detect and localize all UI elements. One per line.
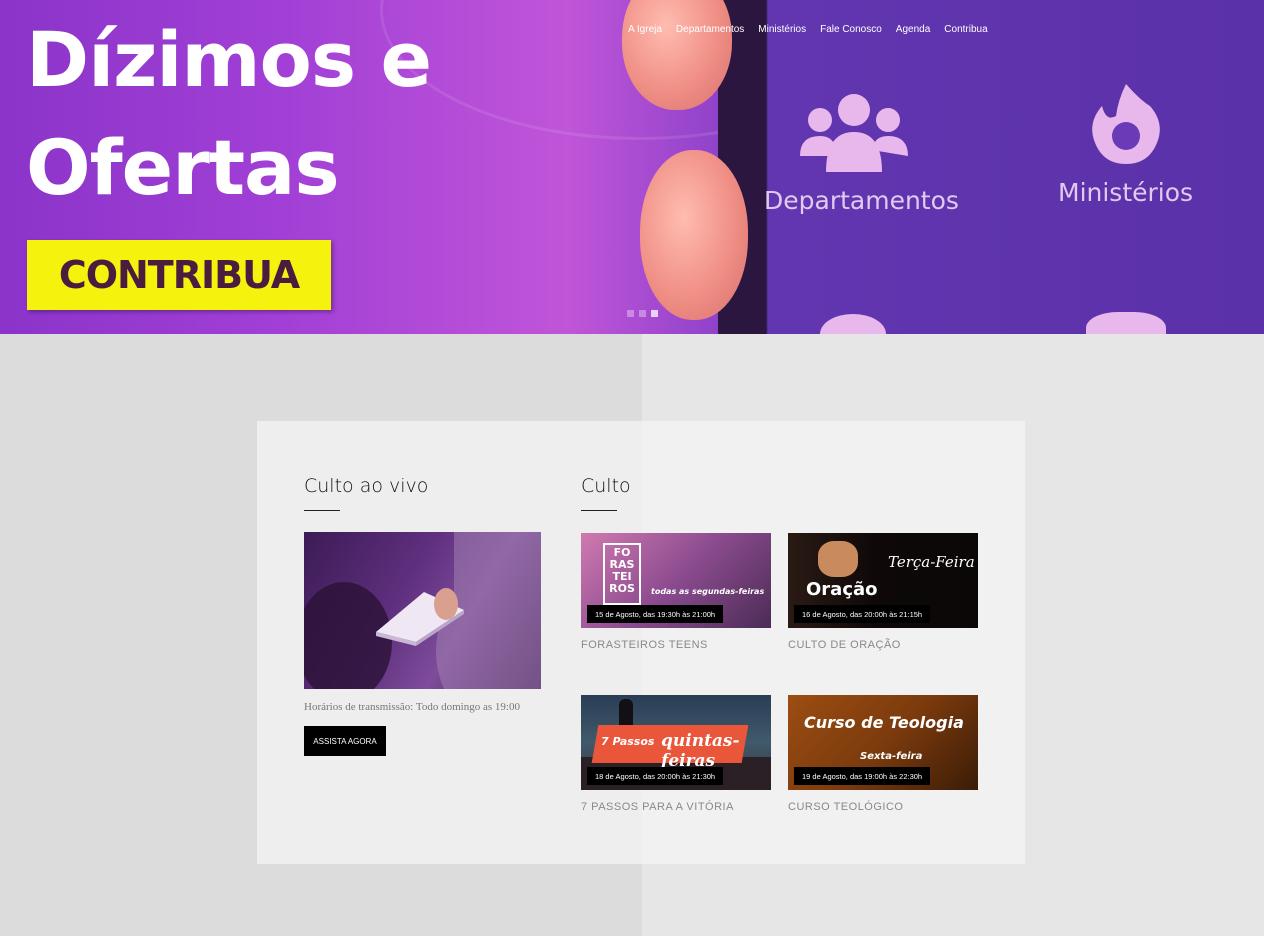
- nav-item-departamentos[interactable]: Departamentos: [676, 24, 744, 35]
- event-card[interactable]: Curso de Teologia Sexta-feira 19 de Agos…: [788, 695, 978, 813]
- finger-bottom: [640, 150, 748, 320]
- event-name[interactable]: CURSO TEOLÓGICO: [788, 801, 978, 813]
- hero-banner[interactable]: Dízimos e Ofertas CONTRIBUA Departamento…: [0, 0, 1264, 334]
- watch-now-button[interactable]: ASSISTA AGORA: [304, 726, 386, 756]
- partial-icon: [1086, 312, 1166, 334]
- event-thumbnail[interactable]: Curso de Teologia Sexta-feira 19 de Agos…: [788, 695, 978, 790]
- nav-item-fale-conosco[interactable]: Fale Conosco: [820, 24, 882, 35]
- event-thumb-subtitle: quintas-feiras: [661, 731, 740, 771]
- event-thumb-title: FO RAS TEI ROS: [609, 546, 635, 595]
- nav-item-a-igreja[interactable]: A Igreja: [628, 24, 662, 35]
- event-card[interactable]: 7 Passos quintas-feiras 18 de Agosto, da…: [581, 695, 771, 813]
- event-name[interactable]: FORASTEIROS TEENS: [581, 639, 771, 651]
- live-schedule-text: Horários de transmissão: Todo domingo as…: [304, 701, 520, 713]
- live-section-title: Culto ao vivo: [304, 475, 429, 497]
- slider-dot[interactable]: [627, 310, 634, 317]
- group-icon: [800, 92, 908, 176]
- content-card: Culto ao vivo Horários de transmissão: T…: [257, 421, 1025, 864]
- event-date-badge: 18 de Agosto, das 20:00h às 21:30h: [587, 767, 724, 785]
- praying-hands-icon: [818, 541, 858, 577]
- slider-dots: [627, 310, 658, 317]
- event-name[interactable]: 7 PASSOS PARA A VITÓRIA: [581, 801, 771, 813]
- nav-item-agenda[interactable]: Agenda: [896, 24, 930, 35]
- event-name[interactable]: CULTO DE ORAÇÃO: [788, 639, 978, 651]
- culto-section-title: Culto: [581, 475, 631, 497]
- live-thumbnail[interactable]: [304, 532, 541, 689]
- event-thumbnail[interactable]: Oração Terça-Feira 16 de Agosto, das 20:…: [788, 533, 978, 628]
- hero-title-line-2: Ofertas: [26, 123, 340, 212]
- main-nav: A Igreja Departamentos Ministérios Fale …: [628, 24, 988, 35]
- event-card[interactable]: FO RAS TEI ROS todas as segundas-feiras …: [581, 533, 771, 651]
- live-title-rule: [304, 510, 340, 511]
- event-logo: FO RAS TEI ROS: [603, 543, 641, 605]
- event-thumb-subtitle: todas as segundas-feiras: [651, 587, 765, 596]
- hero-title-line-1: Dízimos e: [26, 15, 432, 104]
- event-date-badge: 16 de Agosto, das 20:00h às 21:15h: [794, 605, 931, 623]
- slider-dot[interactable]: [639, 310, 646, 317]
- event-card[interactable]: Oração Terça-Feira 16 de Agosto, das 20:…: [788, 533, 978, 651]
- event-thumb-title: 7 Passos: [601, 735, 655, 748]
- nav-item-ministerios[interactable]: Ministérios: [758, 24, 806, 35]
- culto-title-rule: [581, 510, 617, 511]
- event-thumbnail[interactable]: 7 Passos quintas-feiras 18 de Agosto, da…: [581, 695, 771, 790]
- event-thumb-subtitle: Sexta-feira: [860, 751, 923, 762]
- event-date-badge: 15 de Agosto, das 19:30h às 21:00h: [587, 605, 724, 623]
- event-thumb-title: Curso de Teologia: [804, 713, 964, 732]
- nav-item-contribua[interactable]: Contribua: [944, 24, 987, 35]
- event-thumb-subtitle: Terça-Feira: [888, 553, 975, 571]
- slider-dot-active[interactable]: [651, 310, 658, 317]
- app-label-ministerios: Ministérios: [1058, 178, 1194, 207]
- flame-icon: [1088, 82, 1164, 170]
- event-date-badge: 19 de Agosto, das 19:00h às 22:30h: [794, 767, 931, 785]
- app-label-departamentos: Departamentos: [764, 186, 959, 215]
- event-thumbnail[interactable]: FO RAS TEI ROS todas as segundas-feiras …: [581, 533, 771, 628]
- event-thumb-title: Oração: [806, 579, 878, 600]
- contribua-banner-button[interactable]: CONTRIBUA: [27, 240, 331, 310]
- bible-reading-image: [304, 532, 541, 689]
- hero-title: Dízimos e Ofertas: [26, 6, 432, 222]
